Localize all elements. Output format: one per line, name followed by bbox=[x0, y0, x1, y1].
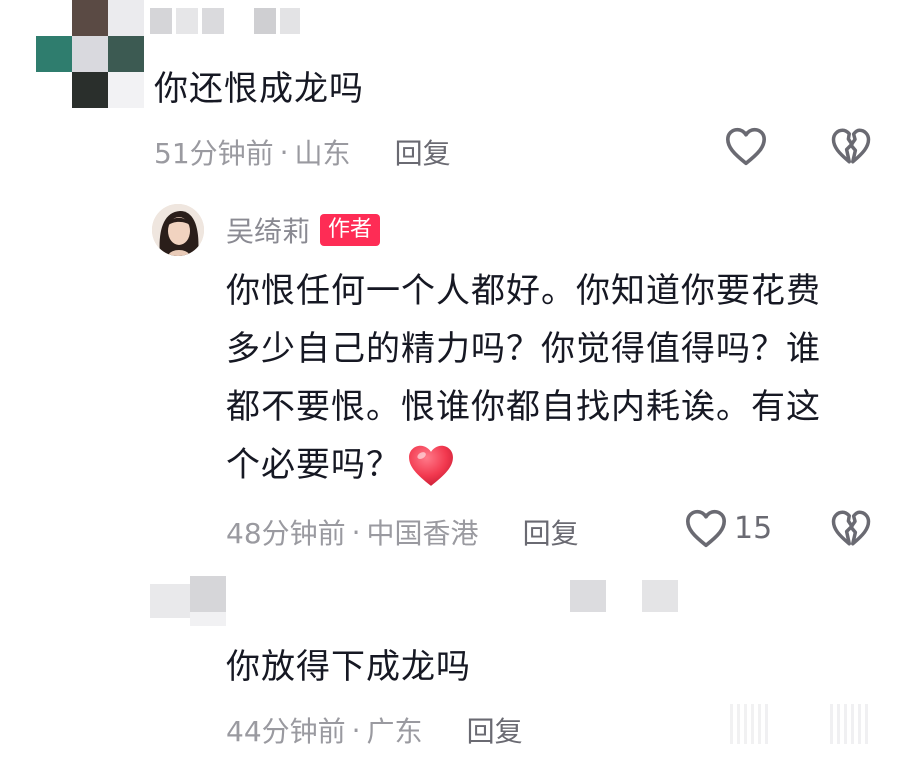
comment-text: 你还恨成龙吗 bbox=[154, 69, 364, 109]
reply-location: 中国香港 bbox=[366, 517, 479, 550]
like-button[interactable]: 15 bbox=[684, 508, 772, 548]
heart-outline-icon bbox=[725, 127, 766, 166]
comment-text: 你放得下成龙吗 bbox=[226, 647, 471, 687]
like-count: 15 bbox=[734, 510, 773, 546]
comment-time: 44分钟前 bbox=[226, 715, 346, 748]
reply-text: 你恨任何一个人都好。你知道你要花费 多少自己的精力吗？你觉得值得吗？谁 都不要恨… bbox=[226, 262, 821, 494]
author-header: 吴绮莉 作者 bbox=[226, 210, 381, 250]
reply-button[interactable]: 回复 bbox=[395, 132, 451, 172]
broken-heart-icon bbox=[831, 510, 871, 546]
reply-meta: 48分钟前 · 中国香港 回复 bbox=[226, 512, 579, 552]
comment-location: 山东 bbox=[294, 137, 351, 170]
comment-meta: 44分钟前 · 广东 回复 bbox=[226, 710, 523, 750]
blurred-avatar[interactable] bbox=[36, 0, 146, 108]
reply-button[interactable]: 回复 bbox=[523, 512, 579, 552]
reply-text-line: 你恨任何一个人都好。你知道你要花费 bbox=[226, 271, 821, 311]
reply-text-line: 都不要恨。恨谁你都自找内耗诶。有这 bbox=[226, 387, 821, 427]
reply-text-line: 个必要吗？ bbox=[226, 445, 401, 485]
avatar-portrait bbox=[152, 204, 204, 256]
comment-meta: 51分钟前 · 山东 回复 bbox=[154, 132, 451, 172]
heart-outline-icon bbox=[685, 509, 726, 548]
author-name[interactable]: 吴绮莉 bbox=[226, 210, 310, 250]
comment-time: 51分钟前 bbox=[154, 137, 274, 170]
meta-separator: · bbox=[351, 515, 361, 549]
reply-text-line: 多少自己的精力吗？你觉得值得吗？谁 bbox=[226, 329, 821, 369]
reply-button[interactable]: 回复 bbox=[467, 710, 523, 750]
meta-separator: · bbox=[351, 713, 361, 747]
dislike-button[interactable] bbox=[830, 508, 872, 548]
reply-time: 48分钟前 bbox=[226, 517, 346, 550]
dislike-button[interactable] bbox=[830, 126, 872, 166]
blurred-avatar[interactable] bbox=[150, 576, 230, 626]
author-badge: 作者 bbox=[320, 214, 381, 246]
broken-heart-icon bbox=[831, 128, 871, 164]
red-heart-emoji bbox=[409, 445, 453, 486]
comment-location: 广东 bbox=[366, 715, 423, 748]
blurred-username[interactable] bbox=[150, 8, 300, 38]
meta-separator: · bbox=[279, 135, 289, 169]
avatar[interactable] bbox=[152, 204, 204, 256]
blurred-username[interactable] bbox=[570, 580, 690, 612]
blurred-actions bbox=[730, 700, 880, 750]
like-button[interactable] bbox=[724, 126, 768, 166]
